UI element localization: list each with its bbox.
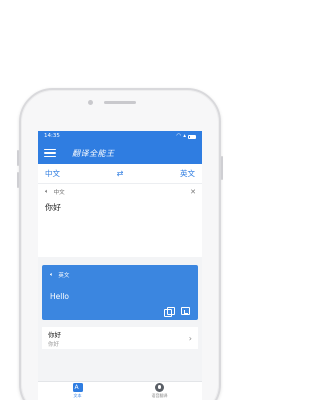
volume-button xyxy=(17,150,19,166)
battery-icon xyxy=(188,134,196,139)
wifi-icon: ◠ xyxy=(176,133,182,139)
nav-text-translate[interactable]: 文本 xyxy=(72,383,83,399)
result-speaker-icon[interactable]: 🔈︎ xyxy=(50,272,53,279)
status-time: 14:35 xyxy=(44,133,60,139)
nav-item-label: 文本 xyxy=(73,393,82,398)
result-actions xyxy=(164,307,190,317)
status-icons: ◠ ▴ xyxy=(176,131,196,142)
status-bar: 14:35 ◠ ▴ xyxy=(38,131,202,142)
history-translation-text: 你好 xyxy=(48,341,60,348)
source-language-button[interactable]: 中文 xyxy=(45,168,60,179)
result-text: Hello xyxy=(50,292,70,301)
copy-icon[interactable] xyxy=(164,307,175,317)
input-language-label: 中文 xyxy=(53,189,65,196)
front-camera xyxy=(88,100,93,105)
nav-voice-translate[interactable]: 语音翻译 xyxy=(152,383,168,399)
volume-button xyxy=(17,172,19,188)
result-language-label: 英文 xyxy=(58,273,70,279)
app-title: 翻译全能王 xyxy=(72,148,115,158)
target-language-button[interactable]: 英文 xyxy=(180,168,195,179)
input-card: 🔈︎ 中文 ✕ 你好 xyxy=(38,184,202,257)
menu-icon[interactable] xyxy=(44,148,56,158)
translation-result-card: 🔈︎ 英文 Hello xyxy=(42,265,198,320)
clear-input-icon[interactable]: ✕ xyxy=(190,188,196,196)
swap-languages-icon[interactable]: ⇄ xyxy=(117,169,124,178)
signal-icon: ▴ xyxy=(183,133,186,139)
chevron-right-icon: › xyxy=(188,333,192,343)
bottom-navigation: 文本 语音翻译 xyxy=(38,381,202,400)
text-translate-icon xyxy=(72,383,83,392)
result-header: 🔈︎ 英文 xyxy=(42,265,198,280)
microphone-icon xyxy=(155,383,164,392)
history-source-text: 你好 xyxy=(48,330,61,339)
input-text-field[interactable]: 你好 xyxy=(38,196,202,219)
language-selector: 中文 ⇄ 英文 xyxy=(38,164,202,184)
nav-item-label: 语音翻译 xyxy=(151,393,168,398)
app-bar: 翻译全能王 xyxy=(38,142,202,164)
history-list-item[interactable]: 你好 你好 › xyxy=(42,327,198,349)
power-button xyxy=(221,156,223,180)
earpiece-speaker xyxy=(104,101,136,104)
app-screen: 14:35 ◠ ▴ 翻译全能王 中文 ⇄ 英文 🔈︎ 中文 ✕ 你好 🔈︎ 英文 xyxy=(38,131,202,400)
fullscreen-icon[interactable] xyxy=(181,307,190,315)
history-texts: 你好 你好 xyxy=(48,329,61,348)
input-header: 🔈︎ 中文 ✕ xyxy=(38,184,202,196)
speaker-icon[interactable]: 🔈︎ xyxy=(45,188,49,196)
